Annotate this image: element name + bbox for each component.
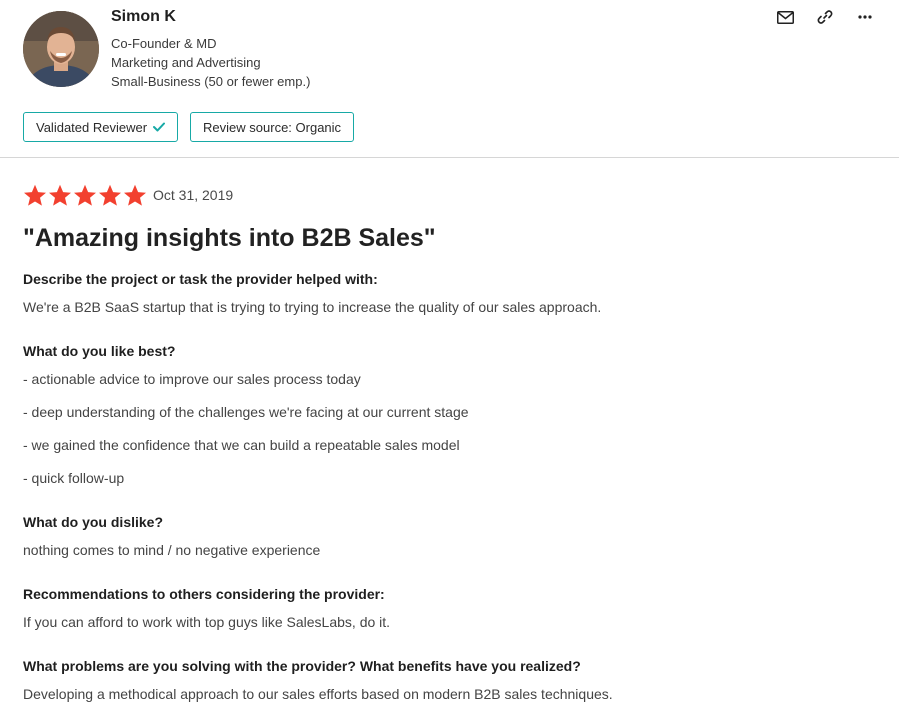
section-question: What do you like best? (23, 343, 176, 359)
envelope-icon[interactable] (773, 8, 797, 26)
review-title: "Amazing insights into B2B Sales" (23, 224, 436, 252)
section-question: What do you dislike? (23, 514, 164, 530)
star-icon (124, 184, 146, 206)
section-question: Describe the project or task the provide… (23, 271, 378, 287)
check-icon (153, 120, 166, 135)
validated-reviewer-label: Validated Reviewer (36, 119, 148, 135)
reviewer-company-size: Small-Business (50 or fewer emp.) (111, 74, 311, 89)
reviewer-role: Co-Founder & MD (111, 36, 217, 51)
review-section: What problems are you solving with the p… (23, 657, 876, 703)
link-icon[interactable] (813, 8, 837, 26)
review-section: What do you like best? - actionable advi… (23, 342, 876, 487)
section-answer: - actionable advice to improve our sales… (23, 371, 361, 387)
section-answer: We're a B2B SaaS startup that is trying … (23, 299, 602, 315)
rating-row: Oct 31, 2019 (23, 184, 876, 206)
review-date: Oct 31, 2019 (153, 187, 234, 203)
star-rating (23, 184, 147, 207)
review-actions (773, 8, 877, 26)
validated-reviewer-badge[interactable]: Validated Reviewer (23, 112, 179, 142)
section-answer: nothing comes to mind / no negative expe… (23, 542, 321, 558)
reviewer-name: Simon K (111, 8, 176, 25)
review-section: Describe the project or task the provide… (23, 270, 876, 316)
more-horizontal-icon[interactable] (853, 8, 877, 26)
review-source-badge[interactable]: Review source: Organic (190, 112, 355, 142)
section-answer: - deep understanding of the challenges w… (23, 404, 469, 420)
section-answer: - quick follow-up (23, 470, 125, 486)
reviewer-header: Simon K Co-Founder & MD Marketing and Ad… (0, 0, 899, 158)
section-answer: If you can afford to work with top guys … (23, 614, 391, 630)
star-icon (49, 184, 71, 206)
review-section: Recommendations to others considering th… (23, 585, 876, 631)
review-source-label: Review source: Organic (203, 119, 342, 135)
section-question: Recommendations to others considering th… (23, 586, 385, 602)
star-icon (99, 184, 121, 206)
avatar[interactable] (23, 11, 99, 87)
section-answer: Developing a methodical approach to our … (23, 686, 613, 702)
star-icon (74, 184, 96, 206)
reviewer-industry: Marketing and Advertising (111, 55, 261, 70)
section-answer: - we gained the confidence that we can b… (23, 437, 460, 453)
star-icon (24, 184, 46, 206)
section-question: What problems are you solving with the p… (23, 658, 581, 674)
review-section: What do you dislike? nothing comes to mi… (23, 513, 876, 559)
review-content: Oct 31, 2019 "Amazing insights into B2B … (0, 184, 899, 703)
reviewer-badges: Validated Reviewer Review source: Organi… (23, 112, 355, 142)
reviewer-info: Simon K Co-Founder & MD Marketing and Ad… (111, 8, 310, 91)
